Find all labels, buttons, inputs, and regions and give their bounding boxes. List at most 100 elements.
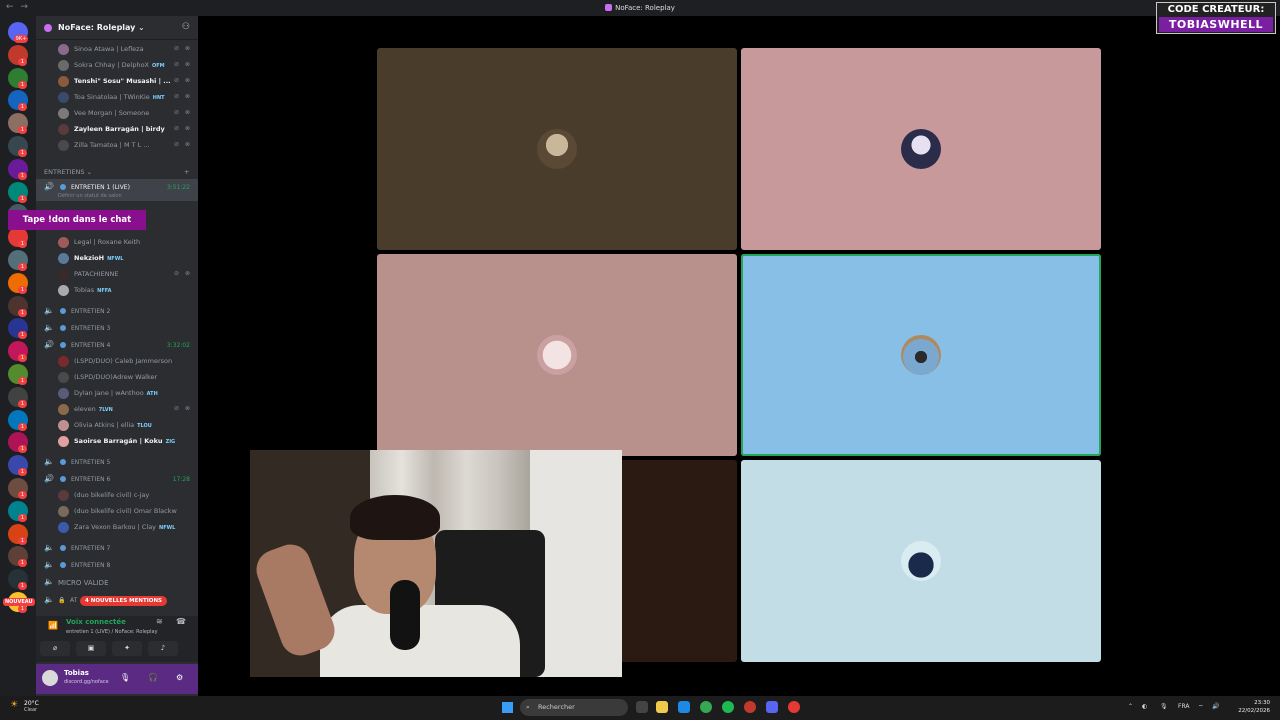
discord-icon[interactable] xyxy=(766,701,778,713)
voice-member[interactable]: eleven 7LVN ⊘ ⊗ xyxy=(36,401,198,417)
creator-code-banner: CODE CREATEUR: TOBIASWHELL xyxy=(1156,2,1276,34)
channel-timer: 3:32:02 xyxy=(166,342,190,349)
avatar[interactable] xyxy=(42,670,58,686)
member-name-text: (duo bikelife civil) c-jay xyxy=(74,491,150,499)
weather-condition: Clear xyxy=(24,707,38,713)
add-channel-icon[interactable]: + xyxy=(184,168,189,176)
participant-tile[interactable] xyxy=(377,254,737,456)
notification-badge: 1 xyxy=(18,445,27,454)
volume-icon[interactable]: 🔊 xyxy=(1212,703,1219,710)
add-member-icon[interactable]: ⚇ xyxy=(182,22,190,32)
clock[interactable]: 23:30 22/02/2026 xyxy=(1238,699,1270,715)
voice-member[interactable]: Olivia Atkins | ellia TLOU xyxy=(36,417,198,433)
channel-icon xyxy=(60,562,66,568)
weather-widget[interactable]: 20°C Clear xyxy=(24,700,39,713)
member-name-text: eleven xyxy=(74,405,96,413)
voice-member[interactable]: Zayleen Barragán | birdy ⊘ ⊗ xyxy=(36,121,198,137)
voice-member[interactable]: (LSPD/DUO) Caleb Jammerson xyxy=(36,353,198,369)
voice-member[interactable]: Vee Morgan | Someone ⊘ ⊗ xyxy=(36,105,198,121)
voice-member[interactable]: Zilla Tamatoa | M T L ... ⊘ ⊗ xyxy=(36,137,198,153)
avatar xyxy=(58,420,69,431)
channel-entretien-4[interactable]: 🔊 ENTRETIEN 4 3:32:02 xyxy=(36,337,198,353)
settings-gear-icon[interactable]: ⚙ xyxy=(176,673,183,682)
voice-member[interactable]: Saoirse Barragán | Koku ZIG xyxy=(36,433,198,449)
member-name-text: Dylan Jane | wAnthoo xyxy=(74,389,144,397)
channel-name: ENTRETIEN 8 xyxy=(71,562,111,569)
channel-name: AT xyxy=(70,597,78,604)
member-name: Zilla Tamatoa | M T L ... xyxy=(74,141,150,149)
disconnect-icon[interactable]: ☎ xyxy=(176,617,186,626)
participant-tile[interactable] xyxy=(377,48,737,250)
voice-member[interactable]: (LSPD/DUO)Adrew Walker xyxy=(36,369,198,385)
voice-member[interactable]: Zara Vexon Barkou | Clay NFWL xyxy=(36,519,198,535)
participant-tile-speaking[interactable] xyxy=(741,254,1101,456)
language-indicator[interactable]: FRA xyxy=(1178,703,1189,710)
channel-entretien-7[interactable]: 🔈 ENTRETIEN 7 xyxy=(36,540,198,556)
voice-member[interactable]: Sokra Chhay | DelphoX OFM ⊘ ⊗ xyxy=(36,57,198,73)
notification-badge: 1 xyxy=(18,605,27,613)
avatar xyxy=(58,269,69,280)
weather-temp: 20°C xyxy=(24,700,39,707)
participant-tile[interactable] xyxy=(741,48,1101,250)
voice-member[interactable]: Toa Sinatolaa | TWinKie HNT ⊘ ⊗ xyxy=(36,89,198,105)
microphone-icon[interactable]: 🎙 xyxy=(120,673,130,682)
tray-chevron-icon[interactable]: ⌃ xyxy=(1128,703,1133,710)
user-status: discord.gg/noface xyxy=(64,679,109,685)
camera-off-button[interactable]: ⌀ xyxy=(40,641,70,656)
spotify-icon[interactable] xyxy=(722,701,734,713)
file-explorer-icon[interactable] xyxy=(656,701,668,713)
store-icon[interactable] xyxy=(678,701,690,713)
voice-member[interactable]: Legal | Roxane Keith xyxy=(36,234,198,250)
voice-member[interactable]: (duo bikelife civil) Omar Blackw xyxy=(36,503,198,519)
tray-mic-icon[interactable]: 🎙 xyxy=(1160,703,1168,710)
task-view-icon[interactable] xyxy=(636,701,648,713)
webcam-microphone xyxy=(390,580,420,650)
participant-tile[interactable] xyxy=(741,460,1101,662)
member-name: PATACHIENNE xyxy=(74,270,119,278)
channel-status-prompt[interactable]: Définir un statut de salon xyxy=(58,193,122,199)
member-name: NekzioH NFWL xyxy=(74,254,123,262)
screen: ← → NoFace: Roleplay CODE CREATEUR: TOBI… xyxy=(0,0,1280,720)
channel-entretien-6[interactable]: 🔊 ENTRETIEN 6 17:28 xyxy=(36,471,198,487)
channel-micro-valide[interactable]: 🔈 MICRO VALIDE xyxy=(36,574,198,590)
soundboard-button[interactable]: ♪ xyxy=(148,641,178,656)
noise-suppression-icon[interactable]: ≋ xyxy=(156,617,163,626)
category-entretiens[interactable]: ENTRETIENS ⌄ + xyxy=(44,168,189,176)
channel-icon xyxy=(60,459,66,465)
voice-member[interactable]: Sinoa Atawa | Lefleza ⊘ ⊗ xyxy=(36,41,198,57)
channel-entretien-1[interactable]: 🔊 ENTRETIEN 1 (LIVE) 3:51:22 Définir un … xyxy=(36,179,198,201)
voice-location[interactable]: entretien 1 (LIVE) / NoFace: Roleplay xyxy=(66,629,158,635)
voice-member[interactable]: Tobias NFFA xyxy=(36,282,198,298)
voice-member[interactable]: Dylan Jane | wAnthoo ATH xyxy=(36,385,198,401)
avatar xyxy=(58,356,69,367)
app-icon[interactable] xyxy=(744,701,756,713)
headphones-icon[interactable]: 🎧 xyxy=(148,673,158,682)
tray-app-icon[interactable]: ◐ xyxy=(1142,703,1147,710)
member-name: (duo bikelife civil) Omar Blackw xyxy=(74,507,177,515)
screen-share-button[interactable]: ▣ xyxy=(76,641,106,656)
voice-member[interactable]: (duo bikelife civil) c-jay xyxy=(36,487,198,503)
server-header[interactable]: NoFace: Roleplay ⚇ xyxy=(36,16,198,40)
channel-entretien-3[interactable]: 🔈 ENTRETIEN 3 xyxy=(36,320,198,336)
activities-button[interactable]: ✦ xyxy=(112,641,142,656)
voice-member[interactable]: PATACHIENNE ⊘ ⊗ xyxy=(36,266,198,282)
channel-entretien-8[interactable]: 🔈 ENTRETIEN 8 xyxy=(36,557,198,573)
channel-entretien-2[interactable]: 🔈 ENTRETIEN 2 xyxy=(36,303,198,319)
chrome-icon[interactable] xyxy=(700,701,712,713)
server-icon xyxy=(44,24,52,32)
new-badge[interactable]: NOUVEAU xyxy=(3,598,35,606)
taskbar-search[interactable]: ⌕ Rechercher xyxy=(520,699,628,716)
network-icon[interactable]: ⌔ xyxy=(1198,703,1204,711)
speaker-icon: 🔈 xyxy=(44,560,54,569)
notification-badge: 1 xyxy=(18,194,27,203)
new-mentions-button[interactable]: 4 NOUVELLES MENTIONS xyxy=(80,596,168,606)
app-icon[interactable] xyxy=(788,701,800,713)
connection-signal-icon[interactable]: 📶 xyxy=(48,621,58,630)
member-name: Sinoa Atawa | Lefleza xyxy=(74,45,144,53)
channel-entretien-5[interactable]: 🔈 ENTRETIEN 5 xyxy=(36,454,198,470)
windows-start-icon[interactable] xyxy=(502,702,513,713)
donation-overlay-banner: Tape !don dans le chat xyxy=(8,210,146,230)
voice-member[interactable]: NekzioH NFWL xyxy=(36,250,198,266)
voice-member[interactable]: Tenshi" Sosu" Musashi | ... ⊘ ⊗ xyxy=(36,73,198,89)
muted-deafened-icon: ⊘ ⊗ xyxy=(174,405,192,412)
